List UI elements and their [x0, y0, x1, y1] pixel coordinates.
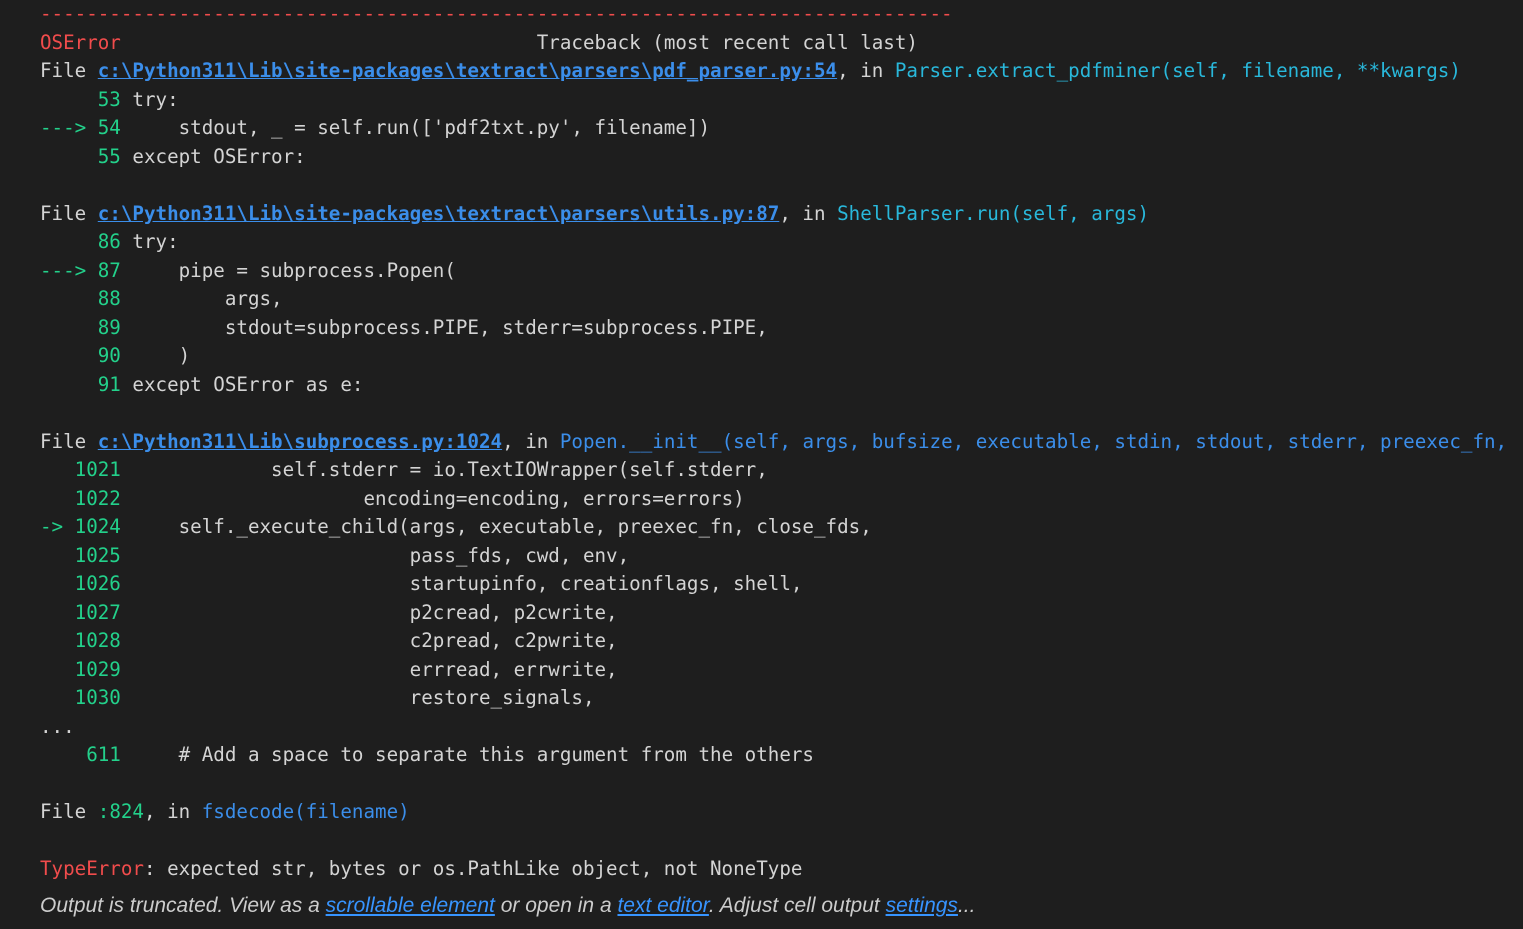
line-number: 1022: [40, 487, 121, 510]
frame-header: File c:\Python311\Lib\site-packages\text…: [40, 59, 1461, 82]
file-location: :824: [97, 800, 144, 823]
line-number: ---> 87: [40, 259, 121, 282]
line-number: 1021: [40, 458, 121, 481]
line-number: 1029: [40, 658, 121, 681]
scrollable-element-link[interactable]: scrollable element: [326, 894, 495, 917]
frame-header: File c:\Python311\Lib\subprocess.py:1024…: [40, 430, 1508, 453]
code-line: 86 try:: [40, 230, 179, 253]
line-number: 88: [40, 287, 121, 310]
cell-output: ----------------------------------------…: [0, 0, 1523, 929]
traceback-title: Traceback (most recent call last): [536, 31, 918, 54]
code-line: 88 args,: [40, 287, 283, 310]
text-editor-link[interactable]: text editor: [617, 894, 708, 917]
code-line: 55 except OSError:: [40, 145, 306, 168]
line-number: 1027: [40, 601, 121, 624]
code-line: 89 stdout=subprocess.PIPE, stderr=subpro…: [40, 316, 768, 339]
function-signature: Parser.extract_pdfminer(self, filename, …: [894, 59, 1461, 82]
function-signature: ShellParser.run(self, args): [837, 202, 1149, 225]
code-line: 1022 encoding=encoding, errors=errors): [40, 487, 745, 510]
line-number: 89: [40, 316, 121, 339]
code-line: 1027 p2cread, p2cwrite,: [40, 601, 618, 624]
error-type: TypeError: [40, 857, 144, 880]
line-number: 91: [40, 373, 121, 396]
line-number: ---> 54: [40, 116, 121, 139]
code-line-current: -> 1024 self._execute_child(args, execut…: [40, 515, 872, 538]
code-line: 53 try:: [40, 88, 179, 111]
line-number: 53: [40, 88, 121, 111]
code-line: 91 except OSError as e:: [40, 373, 364, 396]
code-line: 611 # Add a space to separate this argum…: [40, 741, 814, 769]
code-line-current: ---> 87 pipe = subprocess.Popen(: [40, 259, 456, 282]
code-line: 1030 restore_signals,: [40, 686, 595, 709]
code-line: 1021 self.stderr = io.TextIOWrapper(self…: [40, 458, 768, 481]
settings-link[interactable]: settings: [886, 894, 958, 917]
code-line: 90 ): [40, 344, 191, 367]
code-line-current: ---> 54 stdout, _ = self.run(['pdf2txt.p…: [40, 116, 711, 139]
function-signature: Popen.__init__(self, args, bufsize, exec…: [559, 430, 1508, 453]
code-line: 1029 errread, errwrite,: [40, 658, 618, 681]
separator-line: ----------------------------------------…: [40, 2, 953, 25]
code-line: 1028 c2pread, c2pwrite,: [40, 629, 618, 652]
function-signature: fsdecode(filename): [201, 800, 410, 823]
frame-header: File :824, in fsdecode(filename): [40, 800, 410, 823]
file-link[interactable]: c:\Python311\Lib\site-packages\textract\…: [98, 59, 837, 82]
line-number: -> 1024: [40, 515, 121, 538]
file-link[interactable]: c:\Python311\Lib\site-packages\textract\…: [98, 202, 780, 225]
line-number: 1026: [40, 572, 121, 595]
code-line: 1025 pass_fds, cwd, env,: [40, 544, 630, 567]
line-number: 1028: [40, 629, 121, 652]
error-message: : expected str, bytes or os.PathLike obj…: [143, 857, 803, 880]
final-error-line: TypeError: expected str, bytes or os.Pat…: [40, 855, 802, 883]
ellipsis-line: ...: [40, 715, 75, 738]
code-comment: # Add a space to separate this argument …: [120, 743, 814, 766]
file-link[interactable]: c:\Python311\Lib\subprocess.py:1024: [98, 430, 502, 453]
frame-header: File c:\Python311\Lib\site-packages\text…: [40, 202, 1149, 225]
code-line: 1026 startupinfo, creationflags, shell,: [40, 572, 803, 595]
line-number: 611: [40, 743, 121, 766]
line-number: 90: [40, 344, 121, 367]
traceback-header: OSError Traceback (most recent call last…: [40, 29, 918, 57]
line-number: 1025: [40, 544, 121, 567]
truncation-notice: Output is truncated. View as a scrollabl…: [40, 894, 976, 917]
line-number: 1030: [40, 686, 121, 709]
error-name: OSError: [40, 31, 121, 54]
line-number: 86: [40, 230, 121, 253]
line-number: 55: [40, 145, 121, 168]
